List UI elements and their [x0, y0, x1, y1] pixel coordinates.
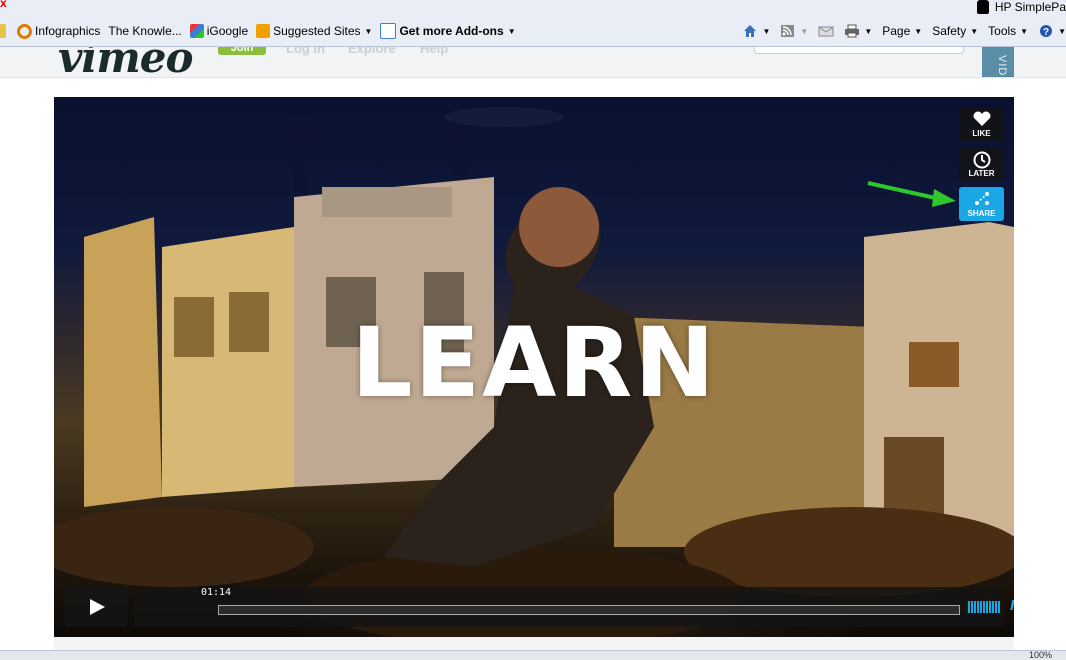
rss-icon	[781, 25, 795, 37]
chevron-down-icon: ▼	[914, 26, 923, 36]
nav-explore[interactable]: Explore	[348, 47, 396, 56]
favorite-the-knowledge[interactable]: The Knowle...	[108, 24, 181, 38]
chevron-down-icon: ▼	[1020, 26, 1029, 36]
chevron-down-icon: ▼	[507, 26, 516, 36]
hand-cursor-icon	[976, 0, 989, 14]
favorite-get-more-addons[interactable]: Get more Add-ons ▼	[380, 23, 516, 39]
help-icon: ?	[1040, 25, 1053, 38]
heart-icon	[973, 111, 991, 126]
suggested-sites-icon	[256, 24, 271, 38]
favorite-igoogle[interactable]: iGoogle	[189, 24, 248, 38]
addons-icon	[380, 23, 397, 39]
favorite-suggested-sites[interactable]: Suggested Sites ▼	[256, 24, 372, 38]
share-icon	[975, 192, 989, 205]
annotation-arrow-icon	[867, 181, 956, 207]
infographics-icon	[17, 23, 32, 39]
favorite-infographics[interactable]: Infographics	[17, 23, 100, 39]
search-input[interactable]	[754, 47, 964, 54]
hd-button[interactable]: HD	[1010, 597, 1014, 614]
igoogle-icon	[189, 24, 204, 38]
feeds-button[interactable]: ▼	[780, 24, 808, 38]
volume-slider[interactable]	[968, 601, 1002, 613]
nav-log-in[interactable]: Log In	[286, 47, 325, 56]
svg-text:?: ?	[1043, 27, 1049, 38]
print-button[interactable]: ▼	[844, 24, 872, 38]
command-bar: ▼ ▼ ▼ Page ▼ Safety ▼ Tools ▼ ? ▼	[732, 20, 1066, 42]
play-icon	[90, 599, 105, 615]
help-menu[interactable]: ? ▼	[1038, 24, 1066, 38]
chevron-down-icon: ▼	[970, 26, 979, 36]
mail-button[interactable]	[818, 24, 834, 38]
play-button[interactable]	[64, 587, 128, 627]
tools-menu[interactable]: Tools ▼	[988, 24, 1028, 38]
control-bar: 01:14 HD	[134, 586, 1014, 627]
watch-later-button[interactable]: LATER	[959, 147, 1004, 181]
site-header: vimeo Join Log In Explore Help VIDEOS	[0, 47, 1066, 78]
page-menu[interactable]: Page ▼	[882, 24, 922, 38]
time-display: 01:14	[198, 586, 234, 604]
vimeo-logo[interactable]: vimeo	[58, 47, 194, 77]
page-content-below-player	[54, 637, 1014, 651]
chevron-down-icon: ▼	[364, 26, 373, 36]
star-icon	[0, 24, 6, 38]
browser-tab[interactable]: HP SimplePa	[976, 0, 1066, 14]
favorites-star-icon[interactable]	[0, 24, 9, 38]
join-button[interactable]: Join	[218, 47, 266, 55]
chevron-down-icon: ▼	[800, 26, 809, 36]
clock-icon	[973, 151, 991, 169]
chevron-down-icon: ▼	[1058, 26, 1066, 36]
close-icon[interactable]: x	[0, 0, 12, 10]
browser-toolbar: x HP SimplePa Infographics The Knowle...…	[0, 0, 1066, 47]
player-controls: 01:14 HD	[64, 586, 1014, 627]
video-player[interactable]: LEARN LIKE LATER SHARE 01:14 HD	[54, 97, 1014, 637]
progress-bar[interactable]	[218, 605, 960, 615]
favorites-bar: Infographics The Knowle... iGoogle Sugge…	[0, 20, 524, 42]
share-button[interactable]: SHARE	[959, 187, 1004, 221]
safety-menu[interactable]: Safety ▼	[932, 24, 978, 38]
nav-help[interactable]: Help	[420, 47, 448, 56]
video-overlay-title: LEARN	[351, 307, 717, 419]
home-icon	[744, 25, 757, 37]
chevron-down-icon: ▼	[762, 26, 771, 36]
like-button[interactable]: LIKE	[959, 107, 1004, 141]
mail-icon	[818, 26, 834, 37]
printer-icon	[845, 24, 860, 38]
chevron-down-icon: ▼	[864, 26, 873, 36]
tab-title-text: HP SimplePa	[994, 0, 1066, 14]
home-button[interactable]: ▼	[742, 24, 770, 38]
videos-side-tab[interactable]: VIDEOS	[982, 47, 1014, 77]
